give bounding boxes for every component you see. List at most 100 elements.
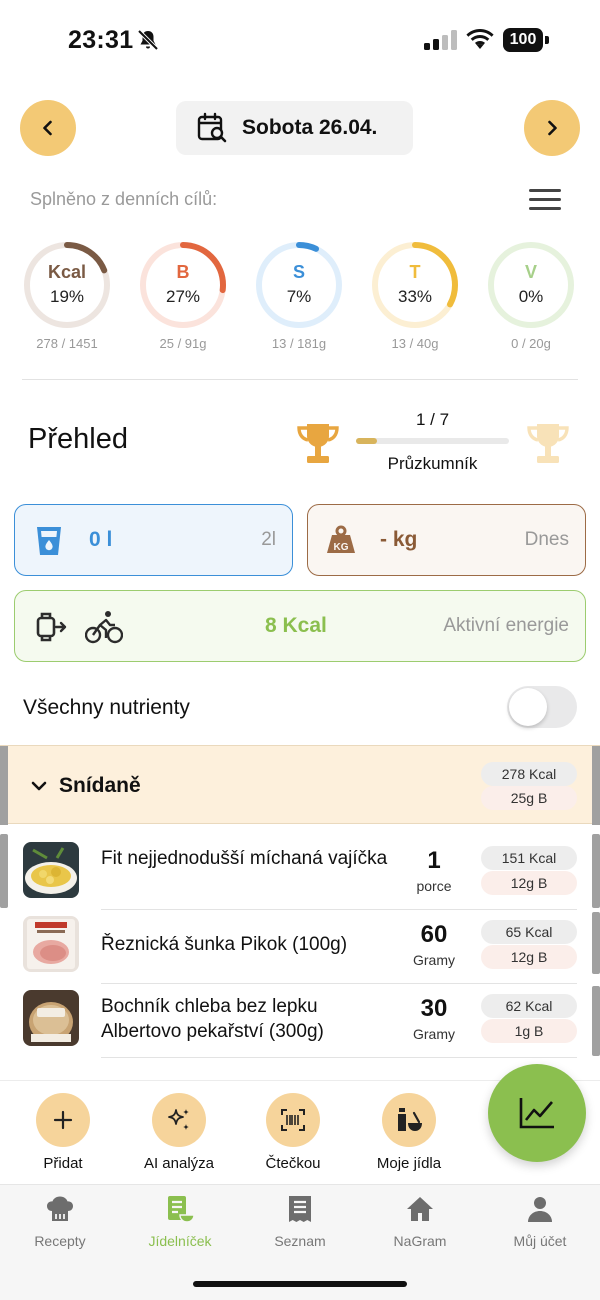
tab-muj-ucet[interactable]: Můj účet <box>480 1193 600 1249</box>
food-kcal-badge: 62 Kcal <box>481 994 577 1018</box>
food-kcal-badge: 151 Kcal <box>481 846 577 870</box>
food-quantity: 60 <box>420 921 448 948</box>
person-icon <box>528 1197 552 1222</box>
food-item-row[interactable]: Fit nejjednodušší míchaná vajíčka 1 porc… <box>0 834 600 908</box>
my-meals-button[interactable]: Moje jídla <box>354 1093 464 1172</box>
food-protein-badge: 12g B <box>481 945 577 969</box>
line-chart-icon <box>519 1098 554 1129</box>
food-quantity: 30 <box>420 995 448 1022</box>
bottle-bowl-icon <box>398 1108 422 1131</box>
home-icon <box>407 1197 433 1221</box>
tab-label: Recepty <box>34 1233 86 1249</box>
statistics-chart-button[interactable] <box>488 1064 586 1162</box>
goal-ring-percent: 7% <box>286 287 312 306</box>
all-nutrients-toggle[interactable] <box>507 686 577 728</box>
food-unit: Gramy <box>413 952 455 968</box>
tab-nagram[interactable]: NaGram <box>360 1193 480 1249</box>
food-image-eggs <box>23 842 79 898</box>
meal-plan-icon <box>168 1196 195 1223</box>
next-trophy-icon <box>527 424 569 463</box>
action-label: Přidat <box>43 1155 83 1172</box>
water-glass-icon <box>37 527 61 555</box>
action-label: Moje jídla <box>376 1155 442 1172</box>
battery-icon: 100 <box>503 28 549 52</box>
selected-date: Sobota 26.04. <box>242 116 378 139</box>
goals-subtitle: Splněno z denních cílů: <box>30 189 218 209</box>
chevron-left-icon <box>43 120 52 136</box>
achievement-progress-bar <box>356 438 509 444</box>
goal-ring-b: B 27% <box>138 240 228 330</box>
chevron-right-icon <box>548 120 557 136</box>
bell-muted-icon <box>137 29 159 51</box>
trophy-icon <box>297 424 339 463</box>
barcode-scanner-button[interactable]: Čtečkou <box>238 1093 348 1172</box>
goal-ring-percent: 27% <box>165 287 201 306</box>
barcode-scan-icon <box>281 1109 305 1131</box>
goal-ring-label: S <box>292 262 305 282</box>
action-label: Čtečkou <box>265 1155 321 1172</box>
food-item-row[interactable]: Řeznická šunka Pikok (100g) 60 Gramy 65 … <box>0 908 600 982</box>
goal-ring-amount: 25 / 91g <box>159 336 207 351</box>
cellular-signal-icon <box>424 30 457 50</box>
calendar-search-icon <box>197 112 227 143</box>
menu-icon[interactable] <box>529 189 561 213</box>
next-day-button[interactable] <box>524 100 580 156</box>
goal-ring-percent: 0% <box>518 287 544 306</box>
cycling-icon <box>85 611 123 644</box>
goal-ring-percent: 33% <box>397 287 433 306</box>
achievement-count: 1 / 7 <box>415 410 450 429</box>
food-item-row[interactable]: Bochník chleba bez lepku Albertovo pekař… <box>0 982 600 1056</box>
goal-ring-label: Kcal <box>47 262 87 282</box>
tab-label: Můj účet <box>513 1233 567 1249</box>
active-energy-card[interactable]: 8 Kcal Aktivní energie <box>14 590 586 662</box>
svg-text:KG: KG <box>334 542 349 553</box>
battery-level: 100 <box>503 28 543 52</box>
meal-section-header[interactable]: Snídaně 278 Kcal 25g B <box>0 745 600 825</box>
chevron-down-icon[interactable] <box>31 780 47 792</box>
meal-kcal-badge: 278 Kcal <box>481 762 577 786</box>
goal-ring-amount: 0 / 20g <box>511 336 551 351</box>
water-value: 0 l <box>89 528 113 551</box>
goal-ring-t: T 33% <box>370 240 460 330</box>
goal-ring-amount: 278 / 1451 <box>36 336 98 351</box>
tab-recepty[interactable]: Recepty <box>0 1193 120 1249</box>
goal-ring-label: V <box>524 262 537 282</box>
sparkles-icon <box>168 1109 189 1130</box>
date-picker-button[interactable]: Sobota 26.04. <box>176 101 413 155</box>
ai-analysis-button[interactable]: AI analýza <box>124 1093 234 1172</box>
add-food-button[interactable]: Přidat <box>8 1093 118 1172</box>
food-image-bread <box>23 990 79 1046</box>
food-protein-badge: 1g B <box>481 1019 577 1043</box>
receipt-list-icon <box>289 1196 311 1222</box>
weight-date: Dnes <box>524 529 569 550</box>
goal-ring-label: B <box>176 262 190 282</box>
tab-seznam[interactable]: Seznam <box>240 1193 360 1249</box>
wifi-icon <box>466 29 494 49</box>
previous-day-button[interactable] <box>20 100 76 156</box>
weight-card[interactable]: KG - kg Dnes <box>307 504 586 576</box>
status-time: 23:31 <box>68 26 134 54</box>
food-protein-badge: 12g B <box>481 871 577 895</box>
goal-ring-amount: 13 / 181g <box>271 336 327 351</box>
food-unit: porce <box>416 878 452 894</box>
goal-ring-label: T <box>409 262 421 282</box>
achievement-level: Průzkumník <box>387 454 478 473</box>
meal-title: Snídaně <box>59 774 141 797</box>
tab-label: Seznam <box>274 1233 326 1249</box>
chef-hat-icon <box>47 1196 73 1221</box>
food-quantity: 1 <box>427 847 441 874</box>
action-label: AI analýza <box>143 1155 215 1172</box>
goal-ring-amount: 13 / 40g <box>391 336 439 351</box>
goal-ring-kcal: Kcal 19% <box>22 240 112 330</box>
tab-label: Jídelníček <box>148 1233 212 1249</box>
active-energy-label: Aktivní energie <box>443 615 569 636</box>
goal-ring-percent: 19% <box>49 287 85 306</box>
overview-title: Přehled <box>28 423 128 455</box>
active-energy-value: 8 Kcal <box>265 614 327 637</box>
smartwatch-sync-icon <box>36 612 67 642</box>
tab-jidelnicek[interactable]: Jídelníček <box>120 1193 240 1249</box>
plus-icon <box>53 1110 73 1130</box>
food-name: Řeznická šunka Pikok (100g) <box>101 934 348 955</box>
water-card[interactable]: 0 l 2l <box>14 504 293 576</box>
water-goal: 2l <box>261 529 276 550</box>
